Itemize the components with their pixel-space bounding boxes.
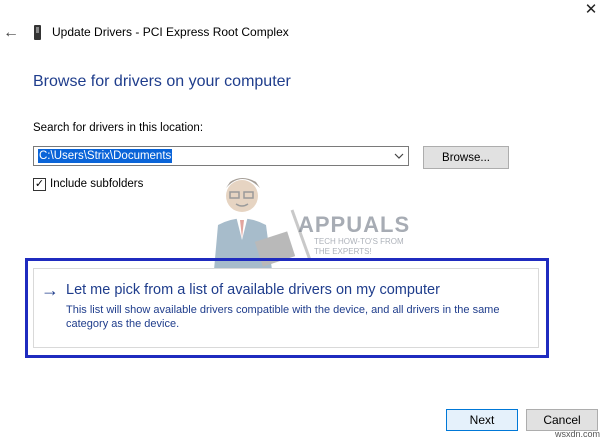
browse-button[interactable]: Browse... — [423, 146, 509, 169]
close-icon: ✕ — [584, 1, 598, 18]
chevron-down-icon[interactable] — [392, 148, 406, 164]
site-watermark: wsxdn.com — [554, 429, 600, 439]
option-description: This list will show available drivers co… — [66, 304, 500, 330]
page-heading: Browse for drivers on your computer — [33, 73, 291, 90]
search-location-label: Search for drivers in this location: — [33, 122, 204, 134]
cancel-button[interactable]: Cancel — [526, 409, 598, 431]
close-button[interactable]: ✕ — [578, 0, 604, 20]
include-subfolders-checkbox[interactable]: ✓ — [33, 178, 46, 191]
next-button[interactable]: Next — [446, 409, 518, 431]
watermark-brand: APPUALS — [298, 212, 411, 237]
device-icon — [34, 25, 41, 40]
watermark-tagline-line2: THE EXPERTS! — [314, 247, 372, 256]
path-input-value: C:\Users\Strix\Documents — [38, 149, 173, 163]
back-button[interactable]: ← — [2, 24, 20, 42]
option-title[interactable]: Let me pick from a list of available dri… — [66, 282, 440, 298]
update-drivers-dialog: ✕ ← Update Drivers - PCI Express Root Co… — [0, 0, 608, 441]
path-input[interactable]: C:\Users\Strix\Documents — [33, 146, 409, 166]
watermark-tagline-line1: TECH HOW-TO'S FROM — [314, 237, 404, 246]
window-title: Update Drivers - PCI Express Root Comple… — [52, 25, 289, 39]
back-arrow-icon: ← — [3, 24, 19, 41]
watermark-tagline: TECH HOW-TO'S FROM THE EXPERTS! — [314, 237, 404, 257]
arrow-right-icon: → — [41, 280, 59, 300]
include-subfolders-label: Include subfolders — [50, 178, 144, 190]
checkmark-icon: ✓ — [34, 178, 45, 190]
